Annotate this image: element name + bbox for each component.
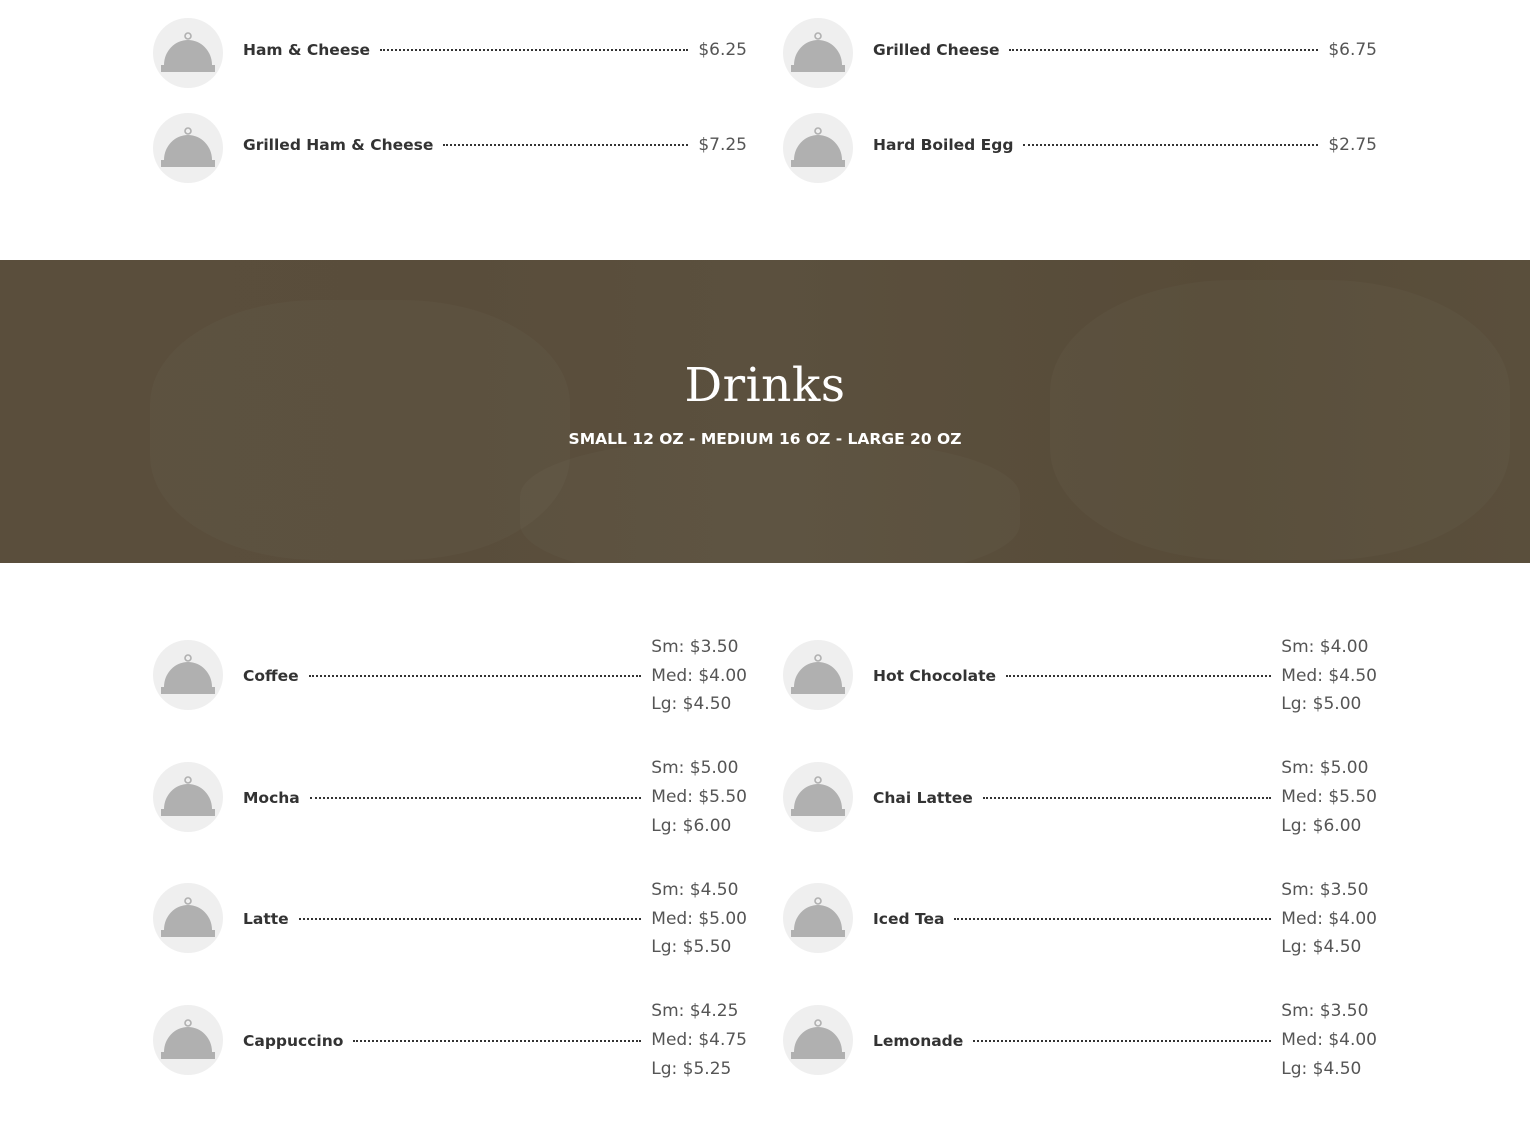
dotted-leader: [299, 918, 642, 920]
section-title: Drinks: [0, 358, 1530, 413]
menu-item: Ham & Cheese $6.25: [153, 18, 747, 113]
food-grid: Ham & Cheese $6.25 Grilled Cheese $6.75 …: [153, 18, 1377, 208]
food-cloche-icon: [153, 18, 223, 88]
menu-item: Iced TeaSm: $3.50Med: $4.00Lg: $4.50: [783, 883, 1377, 1005]
price-stack: Sm: $3.50Med: $4.00Lg: $4.50: [1281, 997, 1377, 1083]
price-medium: Med: $5.50: [1281, 783, 1377, 812]
dotted-leader: [954, 918, 1271, 920]
menu-item: Chai LatteeSm: $5.00Med: $5.50Lg: $6.00: [783, 762, 1377, 884]
menu-item: Hard Boiled Egg $2.75: [783, 113, 1377, 208]
food-cloche-icon: [783, 1005, 853, 1075]
menu-item: CoffeeSm: $3.50Med: $4.00Lg: $4.50: [153, 640, 747, 762]
item-price: $7.25: [698, 131, 747, 159]
dotted-leader: [1006, 675, 1271, 677]
hero-background-texture: [1050, 280, 1510, 560]
food-cloche-icon: [153, 1005, 223, 1075]
price-stack: Sm: $4.50Med: $5.00Lg: $5.50: [651, 876, 747, 962]
price-small: Sm: $4.00: [1281, 633, 1377, 662]
food-cloche-icon: [153, 113, 223, 183]
food-cloche-icon: [783, 640, 853, 710]
dotted-leader: [380, 49, 688, 51]
item-name: Cappuccino: [243, 1032, 343, 1050]
price-medium: Med: $5.00: [651, 905, 747, 934]
price-small: Sm: $3.50: [651, 633, 747, 662]
dotted-leader: [443, 144, 688, 146]
item-name: Hard Boiled Egg: [873, 136, 1013, 154]
dotted-leader: [309, 675, 642, 677]
hero-background-texture: [520, 440, 1020, 563]
food-cloche-icon: [153, 883, 223, 953]
item-name: Grilled Cheese: [873, 41, 999, 59]
item-name: Coffee: [243, 667, 299, 685]
menu-item: CappuccinoSm: $4.25Med: $4.75Lg: $5.25: [153, 1005, 747, 1126]
price-medium: Med: $4.00: [1281, 1026, 1377, 1055]
price-large: Lg: $4.50: [651, 690, 747, 719]
price-stack: Sm: $5.00Med: $5.50Lg: $6.00: [1281, 754, 1377, 840]
price-small: Sm: $3.50: [1281, 876, 1377, 905]
section-subtitle: SMALL 12 OZ - MEDIUM 16 OZ - LARGE 20 OZ: [0, 430, 1530, 448]
dotted-leader: [310, 797, 642, 799]
price-stack: Sm: $4.25Med: $4.75Lg: $5.25: [651, 997, 747, 1083]
price-small: Sm: $3.50: [1281, 997, 1377, 1026]
price-large: Lg: $5.25: [651, 1055, 747, 1084]
price-stack: Sm: $3.50Med: $4.00Lg: $4.50: [1281, 876, 1377, 962]
drinks-grid: CoffeeSm: $3.50Med: $4.00Lg: $4.50Hot Ch…: [153, 640, 1377, 1126]
price-large: Lg: $4.50: [1281, 933, 1377, 962]
item-name: Grilled Ham & Cheese: [243, 136, 433, 154]
dotted-leader: [983, 797, 1272, 799]
dotted-leader: [1023, 144, 1318, 146]
price-large: Lg: $4.50: [1281, 1055, 1377, 1084]
item-name: Mocha: [243, 789, 300, 807]
food-cloche-icon: [153, 762, 223, 832]
price-stack: Sm: $5.00Med: $5.50Lg: $6.00: [651, 754, 747, 840]
item-name: Lemonade: [873, 1032, 963, 1050]
item-name: Iced Tea: [873, 910, 944, 928]
food-cloche-icon: [783, 113, 853, 183]
price-small: Sm: $5.00: [651, 754, 747, 783]
item-price: $2.75: [1328, 131, 1377, 159]
menu-item: Grilled Ham & Cheese $7.25: [153, 113, 747, 208]
price-large: Lg: $6.00: [1281, 812, 1377, 841]
item-name: Chai Lattee: [873, 789, 973, 807]
price-small: Sm: $4.50: [651, 876, 747, 905]
price-small: Sm: $4.25: [651, 997, 747, 1026]
price-medium: Med: $4.00: [651, 662, 747, 691]
dotted-leader: [353, 1040, 641, 1042]
price-medium: Med: $4.00: [1281, 905, 1377, 934]
price-large: Lg: $5.00: [1281, 690, 1377, 719]
menu-item: LemonadeSm: $3.50Med: $4.00Lg: $4.50: [783, 1005, 1377, 1126]
menu-item: Hot ChocolateSm: $4.00Med: $4.50Lg: $5.0…: [783, 640, 1377, 762]
price-medium: Med: $5.50: [651, 783, 747, 812]
price-small: Sm: $5.00: [1281, 754, 1377, 783]
dotted-leader: [1009, 49, 1318, 51]
item-price: $6.25: [698, 36, 747, 64]
dotted-leader: [973, 1040, 1271, 1042]
food-cloche-icon: [783, 762, 853, 832]
item-price: $6.75: [1328, 36, 1377, 64]
item-name: Hot Chocolate: [873, 667, 996, 685]
item-name: Ham & Cheese: [243, 41, 370, 59]
price-stack: Sm: $3.50Med: $4.00Lg: $4.50: [651, 633, 747, 719]
drinks-hero-banner: Drinks SMALL 12 OZ - MEDIUM 16 OZ - LARG…: [0, 260, 1530, 563]
price-large: Lg: $6.00: [651, 812, 747, 841]
menu-item: LatteSm: $4.50Med: $5.00Lg: $5.50: [153, 883, 747, 1005]
food-cloche-icon: [783, 883, 853, 953]
price-medium: Med: $4.50: [1281, 662, 1377, 691]
price-stack: Sm: $4.00Med: $4.50Lg: $5.00: [1281, 633, 1377, 719]
price-medium: Med: $4.75: [651, 1026, 747, 1055]
menu-item: Grilled Cheese $6.75: [783, 18, 1377, 113]
item-name: Latte: [243, 910, 289, 928]
food-cloche-icon: [153, 640, 223, 710]
menu-item: MochaSm: $5.00Med: $5.50Lg: $6.00: [153, 762, 747, 884]
price-large: Lg: $5.50: [651, 933, 747, 962]
food-cloche-icon: [783, 18, 853, 88]
